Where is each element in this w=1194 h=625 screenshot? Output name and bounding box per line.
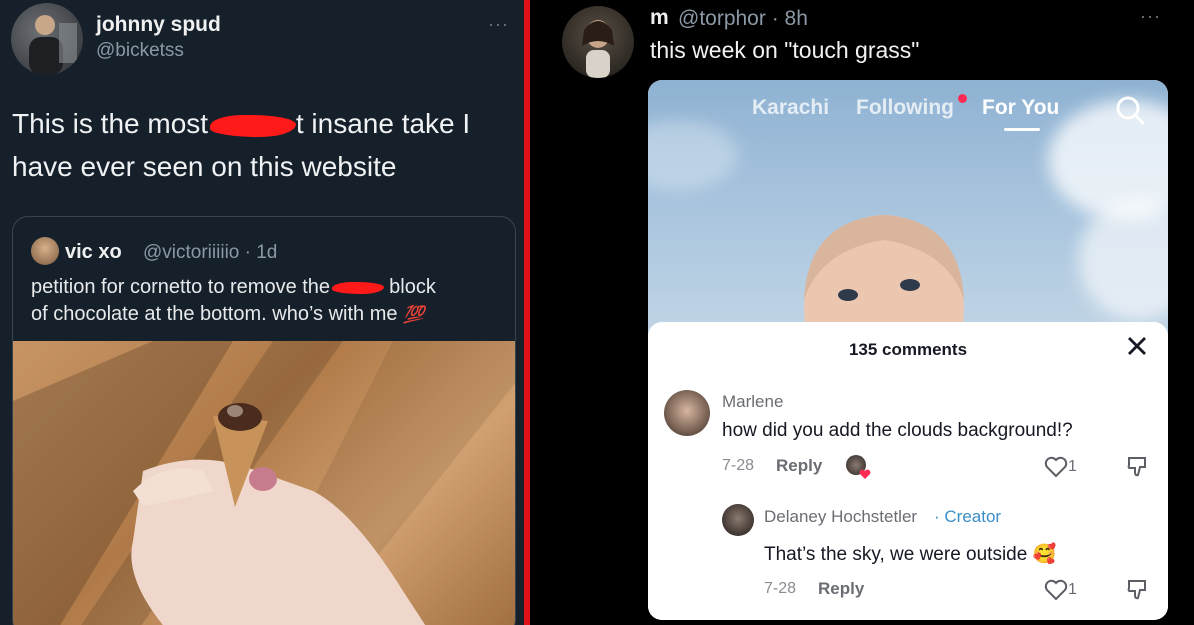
- cornetto-photo[interactable]: [13, 341, 515, 625]
- left-tweet-panel: johnny spud @bicketss ··· This is the mo…: [0, 0, 524, 625]
- like-count: 1: [1068, 581, 1077, 598]
- redaction-mark: [209, 114, 296, 137]
- close-icon[interactable]: [1126, 334, 1148, 362]
- tweet-text: this week on "touch grass": [650, 37, 920, 63]
- comment-date: 7-28: [764, 580, 797, 597]
- heart-icon[interactable]: [1044, 579, 1068, 606]
- comment-text: how did you add the clouds background!?: [722, 420, 1073, 441]
- redaction-mark: [331, 281, 384, 294]
- quote-author-handle[interactable]: @victoriiiiio · 1d: [143, 242, 277, 264]
- comment-username[interactable]: Marlene: [722, 392, 783, 412]
- heart-icon[interactable]: [1044, 456, 1068, 483]
- comment-date: 7-28: [722, 457, 755, 474]
- tweet-text-part: This is the most: [12, 108, 216, 139]
- reply-button[interactable]: Reply: [818, 579, 864, 599]
- quote-text-part: block: [383, 276, 436, 298]
- commenter-avatar[interactable]: [664, 390, 710, 436]
- creator-badge: · Creator: [934, 507, 1002, 526]
- comments-count: 135 comments: [848, 340, 968, 359]
- like-count: 1: [1068, 458, 1077, 475]
- comment-text-part: That’s the sky, we were outside: [764, 544, 1028, 565]
- tab-following[interactable]: Following: [856, 96, 954, 120]
- quoted-tweet[interactable]: vic xo @victoriiiiio · 1d petition for c…: [12, 216, 516, 625]
- comment-text: That’s the sky, we were outside 🥰: [764, 542, 1056, 566]
- quote-avatar[interactable]: [31, 237, 59, 265]
- tweet-text-part: have ever seen on this website: [12, 151, 397, 182]
- quote-author-name[interactable]: vic xo: [65, 241, 122, 264]
- more-icon[interactable]: ···: [1140, 6, 1161, 27]
- tweet-text: This is the most t insane take I have ev…: [12, 102, 512, 188]
- hundred-emoji: 💯: [403, 305, 425, 324]
- author-name[interactable]: johnny spud: [96, 13, 221, 37]
- heart-icon: [859, 467, 871, 485]
- tab-karachi[interactable]: Karachi: [752, 96, 829, 120]
- tweet-text-part: t insane take I: [295, 108, 471, 139]
- avatar[interactable]: [562, 6, 634, 78]
- author-handle[interactable]: @torphor · 8h: [678, 7, 808, 31]
- reply-button[interactable]: Reply: [776, 456, 822, 476]
- quote-text-part: of chocolate at the bottom. who’s with m…: [31, 303, 398, 325]
- comments-sheet: 135 comments Marlene how did you add the…: [648, 322, 1168, 620]
- tiktok-screenshot[interactable]: Karachi Following For You 135 comments M…: [648, 80, 1168, 620]
- author-handle[interactable]: @bicketss: [96, 40, 184, 62]
- notification-dot: [958, 94, 967, 103]
- quote-text-part: petition for cornetto to remove the: [31, 276, 336, 298]
- commenter-avatar[interactable]: [722, 504, 754, 536]
- author-name[interactable]: m: [650, 6, 669, 30]
- creator-badge-label: Creator: [944, 507, 1002, 526]
- right-tweet-panel: m @torphor · 8h ··· this week on "touch …: [530, 0, 1194, 625]
- search-icon[interactable]: [1114, 94, 1146, 131]
- smiling-hearts-emoji: 🥰: [1032, 544, 1057, 565]
- more-icon[interactable]: ···: [488, 14, 509, 35]
- tab-for-you[interactable]: For You: [982, 96, 1059, 120]
- comment-username[interactable]: Delaney Hochstetler: [764, 507, 917, 527]
- dislike-icon[interactable]: [1126, 455, 1148, 484]
- active-tab-underline: [1004, 128, 1040, 131]
- dislike-icon[interactable]: [1126, 578, 1148, 607]
- avatar[interactable]: [11, 3, 83, 75]
- quote-text: petition for cornetto to remove the bloc…: [31, 274, 511, 328]
